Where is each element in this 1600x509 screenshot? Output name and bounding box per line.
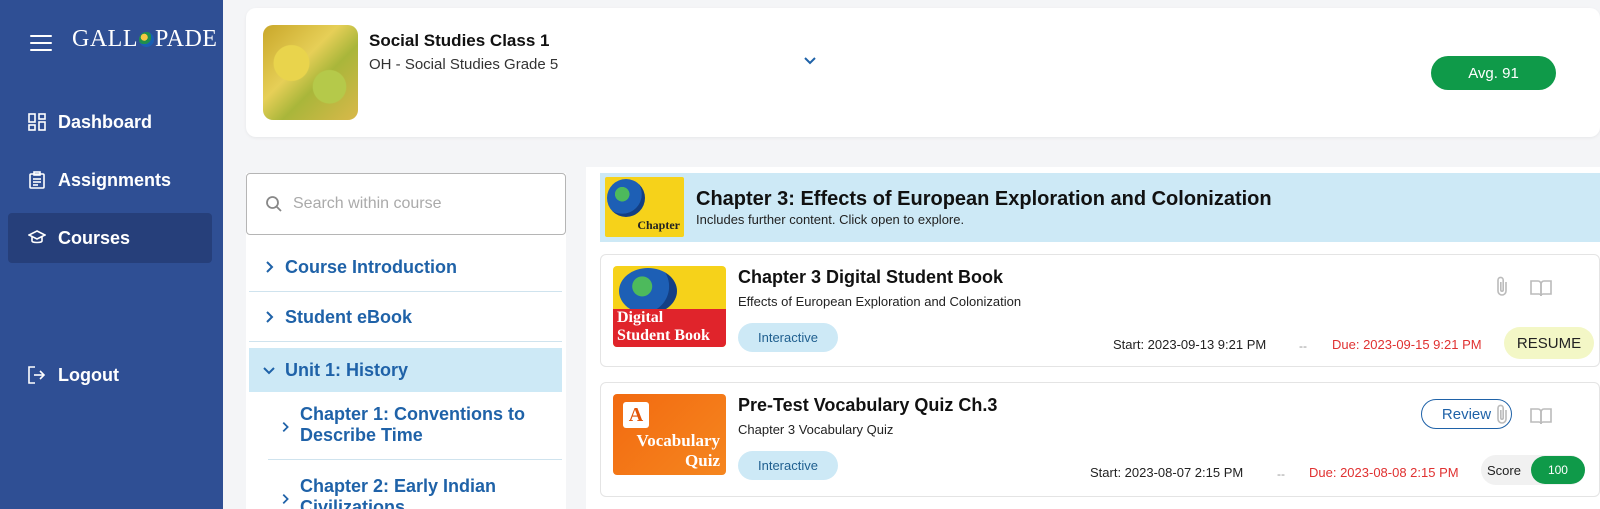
chevron-right-icon: [282, 494, 289, 504]
sidebar-item-dashboard[interactable]: Dashboard: [8, 97, 212, 147]
sidebar-item-label: Assignments: [58, 169, 172, 190]
chapter-thumbnail: Chapter: [605, 177, 684, 237]
tree-subitem-chapter-2[interactable]: Chapter 2: Early Indian Civilizations: [268, 476, 562, 509]
chapter-thumb-label: Chapter: [637, 218, 680, 232]
sidebar-item-assignments[interactable]: Assignments: [8, 155, 212, 205]
due-date: Due: 2023-09-15 9:21 PM: [1332, 337, 1482, 352]
tree-subitem-label: Chapter 1: Conventions to Describe Time: [300, 404, 526, 445]
sidebar-item-label: Logout: [58, 364, 119, 385]
chevron-right-icon: [266, 261, 274, 273]
assignment-subtitle: Chapter 3 Vocabulary Quiz: [738, 422, 894, 437]
thumb-label-line-1: Digital: [617, 309, 664, 326]
globe-icon: [619, 268, 677, 314]
tree-item-course-introduction[interactable]: Course Introduction: [249, 243, 562, 292]
sidebar-item-courses[interactable]: Courses: [8, 213, 212, 263]
thumb-label-line-1: Vocabulary: [636, 431, 720, 450]
book-icon[interactable]: [1530, 279, 1552, 297]
course-thumbnail: [263, 25, 358, 120]
logout-icon: [28, 366, 46, 384]
paperclip-icon[interactable]: [1494, 275, 1510, 297]
assignment-title[interactable]: Pre-Test Vocabulary Quiz Ch.3: [738, 395, 997, 416]
sidebar: GALL PADE Dashboard Assignments Courses L…: [0, 0, 223, 509]
quiz-a-icon: A: [623, 402, 649, 428]
thumb-label-line-2: Student Book: [617, 327, 710, 344]
logo-text-right: PADE: [154, 26, 218, 52]
globe-icon: [138, 32, 154, 47]
logo-text-left: GALL: [72, 26, 138, 52]
chevron-right-icon: [282, 422, 289, 432]
due-date: Due: 2023-08-08 2:15 PM: [1309, 465, 1459, 480]
search-icon: [266, 196, 282, 212]
chapter-title[interactable]: Chapter 3: Effects of European Explorati…: [696, 188, 1272, 211]
paperclip-icon[interactable]: [1494, 403, 1510, 425]
gallopade-logo[interactable]: GALL PADE: [72, 26, 217, 53]
book-icon[interactable]: [1530, 407, 1552, 425]
score-label: Score: [1487, 462, 1521, 478]
score-container: Score 100: [1481, 455, 1585, 485]
tree-item-label: Unit 1: History: [285, 359, 409, 380]
tree-item-label: Student eBook: [285, 306, 413, 327]
sidebar-item-logout[interactable]: Logout: [8, 350, 212, 400]
globe-icon: [607, 179, 645, 217]
menu-icon[interactable]: [30, 35, 52, 51]
clipboard-icon: [28, 171, 46, 189]
tree-item-student-ebook[interactable]: Student eBook: [249, 293, 562, 342]
chapter-description: Includes further content. Click open to …: [696, 212, 965, 227]
tree-item-unit-1-history[interactable]: Unit 1: History: [249, 348, 562, 392]
thumb-label: Vocabulary Quiz: [637, 431, 720, 471]
date-separator: --: [1277, 467, 1285, 481]
search-input[interactable]: [293, 195, 543, 213]
tree-subitem-label: Chapter 2: Early Indian Civilizations: [300, 476, 497, 509]
vocabulary-quiz-thumbnail: A Vocabulary Quiz: [613, 394, 726, 475]
chevron-down-icon[interactable]: [801, 51, 819, 69]
assignment-card[interactable]: A Vocabulary Quiz Pre-Test Vocabulary Qui…: [600, 382, 1600, 497]
course-title: Social Studies Class 1: [369, 31, 550, 50]
interactive-tag: Interactive: [738, 451, 838, 480]
assignment-card[interactable]: Digital Student Book Chapter 3 Digital St…: [600, 254, 1600, 367]
tree-subitem-chapter-1[interactable]: Chapter 1: Conventions to Describe Time: [268, 404, 562, 460]
thumb-label: Digital Student Book: [617, 309, 710, 345]
assignment-title[interactable]: Chapter 3 Digital Student Book: [738, 267, 1003, 288]
tree-item-label: Course Introduction: [285, 256, 457, 277]
start-date: Start: 2023-08-07 2:15 PM: [1090, 465, 1244, 480]
chevron-down-icon: [263, 367, 275, 375]
course-subtitle: OH - Social Studies Grade 5: [369, 56, 559, 73]
sidebar-item-label: Dashboard: [58, 111, 153, 132]
chevron-right-icon: [266, 311, 274, 323]
graduation-cap-icon: [28, 229, 46, 247]
average-badge: Avg. 91: [1431, 56, 1556, 90]
thumb-label-line-2: Quiz: [685, 451, 720, 470]
digital-student-book-thumbnail: Digital Student Book: [613, 266, 726, 347]
date-separator: --: [1299, 339, 1307, 353]
dashboard-icon: [28, 113, 46, 131]
resume-button[interactable]: RESUME: [1504, 327, 1594, 359]
assignment-subtitle: Effects of European Exploration and Colo…: [738, 294, 1022, 309]
search-box[interactable]: [246, 173, 566, 235]
start-date: Start: 2023-09-13 9:21 PM: [1113, 337, 1267, 352]
sidebar-item-label: Courses: [58, 227, 131, 248]
score-value: 100: [1530, 456, 1585, 484]
interactive-tag: Interactive: [738, 323, 838, 352]
course-header: Social Studies Class 1 OH - Social Studi…: [246, 8, 1600, 137]
